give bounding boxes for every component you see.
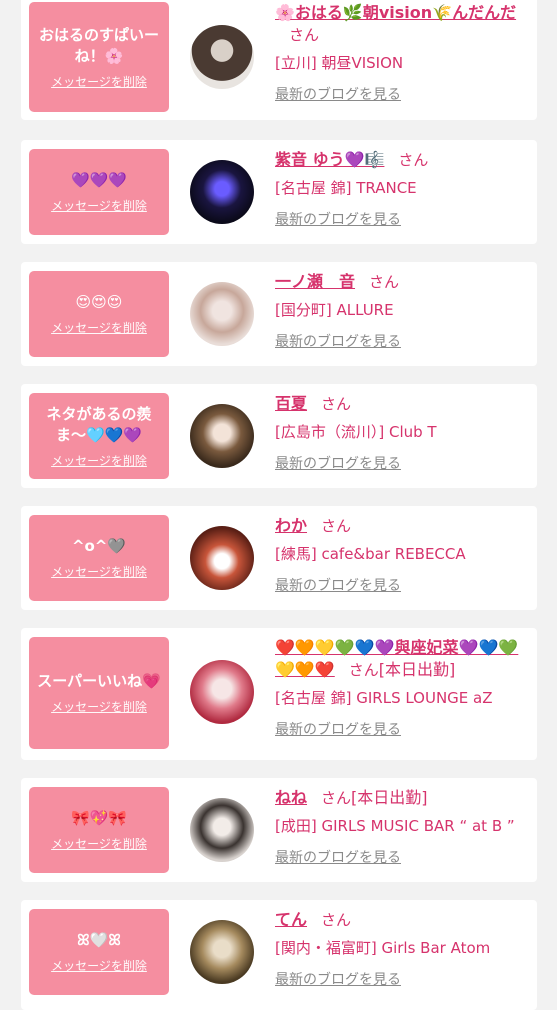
honorific: さん — [321, 517, 352, 535]
delete-message-link[interactable]: メッセージを削除 — [51, 73, 147, 90]
delete-message-link[interactable]: メッセージを削除 — [51, 319, 147, 336]
avatar[interactable] — [190, 920, 254, 984]
message-bubble: ^o^🩶 メッセージを削除 — [29, 515, 169, 601]
latest-blog-link[interactable]: 最新のブログを見る — [275, 333, 531, 351]
latest-blog-link[interactable]: 最新のブログを見る — [275, 849, 531, 867]
user-name-link[interactable]: 🌸おはる🌿朝vision🌾んだんだ — [275, 3, 516, 22]
shop-name: [名古屋 錦] TRANCE — [275, 179, 417, 197]
latest-blog-link[interactable]: 最新のブログを見る — [275, 211, 531, 229]
latest-blog-link[interactable]: 最新のブログを見る — [275, 577, 531, 595]
message-text: 🎀💖🎀 — [70, 809, 128, 827]
avatar[interactable] — [190, 25, 254, 89]
shop-name: [関内・福富町] Girls Bar Atom — [275, 939, 491, 957]
honorific: さん — [289, 26, 320, 44]
user-name-link[interactable]: 百夏 — [275, 394, 307, 413]
list-item: おはるのすぱいーね！🌸 メッセージを削除 🌸おはる🌿朝vision🌾んだんださん… — [21, 0, 537, 120]
shop-name: [国分町] ALLURE — [275, 301, 394, 319]
honorific: さん — [321, 395, 352, 413]
message-bubble: ネタがあるの羨ま〜🩵💙💜 メッセージを削除 — [29, 393, 169, 479]
message-list: おはるのすぱいーね！🌸 メッセージを削除 🌸おはる🌿朝vision🌾んだんださん… — [0, 0, 557, 1010]
delete-message-link[interactable]: メッセージを削除 — [51, 452, 147, 469]
list-item: 🎀💖🎀 メッセージを削除 ねね さん[本日出勤] [成田] GIRLS MUSIC… — [21, 778, 537, 882]
list-item: ネタがあるの羨ま〜🩵💙💜 メッセージを削除 百夏 さん [広島市（流川）] Clu… — [21, 384, 537, 488]
user-name-link[interactable]: 一ノ瀬 音 — [275, 272, 355, 291]
status-badge: [本日出勤] — [378, 660, 456, 679]
delete-message-link[interactable]: メッセージを削除 — [51, 698, 147, 715]
list-item: スーパーいいね💗 メッセージを削除 ❤️🧡💛💚💙💜與座妃菜💜💙💚💛🧡❤️ さん[本… — [21, 628, 537, 760]
message-bubble: 💜💜💜 メッセージを削除 — [29, 149, 169, 235]
avatar[interactable] — [190, 282, 254, 346]
shop-name: [広島市（流川）] Club T — [275, 423, 437, 441]
message-bubble: ꕤ🤍ꕤ メッセージを削除 — [29, 909, 169, 995]
list-item: 😍😍😍 メッセージを削除 一ノ瀬 音さん [国分町] ALLURE 最新のブログ… — [21, 262, 537, 366]
delete-message-link[interactable]: メッセージを削除 — [51, 197, 147, 214]
latest-blog-link[interactable]: 最新のブログを見る — [275, 455, 531, 473]
honorific: さん — [321, 911, 352, 929]
message-text: おはるのすぱいーね！🌸 — [38, 25, 159, 65]
avatar[interactable] — [190, 798, 254, 862]
user-name-link[interactable]: ねね — [275, 788, 307, 807]
delete-message-link[interactable]: メッセージを削除 — [51, 957, 147, 974]
message-text: 😍😍😍 — [75, 293, 123, 311]
honorific: さん — [321, 789, 352, 807]
honorific: さん — [369, 273, 400, 291]
delete-message-link[interactable]: メッセージを削除 — [51, 835, 147, 852]
user-name-link[interactable]: てん — [275, 910, 307, 929]
avatar[interactable] — [190, 526, 254, 590]
user-name-link[interactable]: わか — [275, 516, 307, 535]
message-bubble: スーパーいいね💗 メッセージを削除 — [29, 637, 169, 749]
avatar[interactable] — [190, 404, 254, 468]
list-item: ^o^🩶 メッセージを削除 わか さん [練馬] cafe&bar REBECCA… — [21, 506, 537, 610]
status-badge: [本日出勤] — [351, 788, 428, 807]
message-bubble: おはるのすぱいーね！🌸 メッセージを削除 — [29, 2, 169, 112]
delete-message-link[interactable]: メッセージを削除 — [51, 563, 147, 580]
message-text: 💜💜💜 — [70, 171, 128, 189]
latest-blog-link[interactable]: 最新のブログを見る — [275, 971, 531, 989]
shop-name: [成田] GIRLS MUSIC BAR “ at B ” — [275, 817, 515, 835]
shop-name: [立川] 朝昼VISION — [275, 54, 404, 72]
message-text: ネタがあるの羨ま〜🩵💙💜 — [46, 404, 152, 444]
honorific: さん — [348, 661, 379, 679]
list-item: 💜💜💜 メッセージを削除 紫音 ゆう💜🎼 さん [名古屋 錦] TRANCE 最新… — [21, 140, 537, 244]
shop-name: [名古屋 錦] GIRLS LOUNGE aZ — [275, 689, 493, 707]
message-text: ^o^🩶 — [71, 537, 127, 555]
avatar[interactable] — [190, 160, 254, 224]
message-text: スーパーいいね💗 — [37, 672, 161, 690]
avatar[interactable] — [190, 660, 254, 724]
list-item: ꕤ🤍ꕤ メッセージを削除 てん さん [関内・福富町] Girls Bar Ato… — [21, 900, 537, 1010]
honorific: さん — [398, 151, 429, 169]
shop-name: [練馬] cafe&bar REBECCA — [275, 545, 466, 563]
latest-blog-link[interactable]: 最新のブログを見る — [275, 86, 531, 104]
message-text: ꕤ🤍ꕤ — [77, 931, 121, 949]
latest-blog-link[interactable]: 最新のブログを見る — [275, 721, 531, 739]
user-name-link[interactable]: 紫音 ゆう💜🎼 — [275, 150, 384, 169]
message-bubble: 😍😍😍 メッセージを削除 — [29, 271, 169, 357]
message-bubble: 🎀💖🎀 メッセージを削除 — [29, 787, 169, 873]
